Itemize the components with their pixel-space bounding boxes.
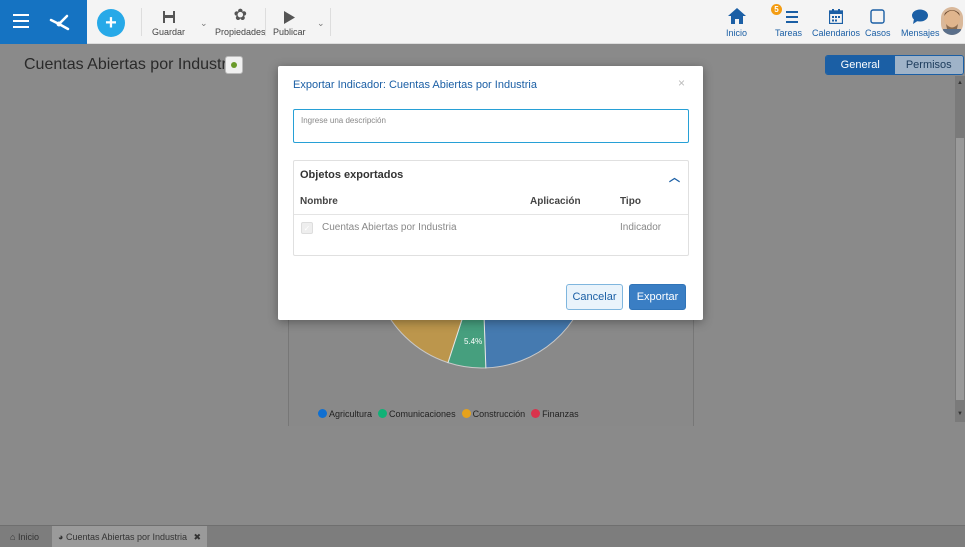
cases-button[interactable]: Casos — [865, 6, 891, 38]
column-header-application: Aplicación — [530, 196, 581, 207]
calendars-button[interactable]: Calendarios — [812, 6, 860, 38]
legend-item[interactable]: Construcción — [461, 409, 526, 419]
publish-label: Publicar — [273, 27, 306, 37]
dialog-title: Exportar Indicador: Cuentas Abiertas por… — [293, 79, 537, 91]
export-dialog: Exportar Indicador: Cuentas Abiertas por… — [278, 66, 703, 320]
status-dot-icon — [231, 62, 237, 68]
avatar[interactable] — [941, 7, 963, 35]
save-icon — [162, 11, 175, 23]
legend-label: Finanzas — [542, 409, 579, 419]
home-icon: ⌂ — [10, 532, 16, 542]
logo-icon[interactable] — [46, 9, 72, 35]
close-icon[interactable]: × — [678, 76, 685, 90]
menu-icon[interactable] — [13, 14, 29, 28]
table-divider — [294, 214, 688, 215]
play-icon — [284, 11, 296, 24]
cases-icon — [870, 9, 885, 24]
save-button[interactable]: Guardar — [152, 6, 185, 37]
tab-home[interactable]: ⌂ Inicio — [4, 526, 45, 547]
legend-dot-icon — [461, 409, 471, 418]
publish-dropdown-chevron-icon[interactable]: ⌄ — [317, 18, 325, 29]
row-checkbox[interactable]: ✓ — [301, 222, 313, 234]
column-header-type: Tipo — [620, 196, 641, 207]
calendar-icon — [829, 9, 844, 24]
chart-icon: ◕ — [58, 532, 64, 542]
legend-item[interactable]: Finanzas — [531, 409, 579, 419]
legend-dot-icon — [378, 409, 388, 418]
tab-current-document[interactable]: ◕ Cuentas Abiertas por Industria ✖ — [52, 526, 208, 547]
legend-dot-icon — [531, 409, 541, 418]
legend-item[interactable]: Agricultura — [318, 409, 372, 419]
data-label: 5.4% — [464, 337, 482, 346]
bottom-tab-bar: ⌂ Inicio ◕ Cuentas Abiertas por Industri… — [0, 525, 965, 547]
tasks-button[interactable]: 5 Tareas — [771, 4, 803, 38]
gear-icon: ✿ — [233, 7, 247, 24]
publish-button[interactable]: Publicar — [273, 6, 306, 37]
tab-general[interactable]: General — [826, 56, 895, 74]
home-label: Inicio — [726, 28, 748, 38]
tab-permissions[interactable]: Permisos — [894, 56, 963, 74]
legend-label: Comunicaciones — [389, 409, 456, 419]
chart-legend: Agricultura Comunicaciones Construcción … — [318, 409, 579, 419]
tasks-badge: 5 — [771, 4, 782, 15]
toolbar-divider — [141, 8, 142, 36]
cancel-button[interactable]: Cancelar — [566, 284, 623, 310]
scroll-up-icon[interactable]: ▲ — [957, 80, 963, 86]
messages-button[interactable]: Mensajes — [901, 6, 940, 38]
legend-dot-icon — [318, 409, 327, 418]
row-name: Cuentas Abiertas por Industria — [322, 222, 457, 233]
page-title: Cuentas Abiertas por Industria — [24, 56, 240, 73]
collapse-chevron-icon[interactable]: ︿ — [669, 169, 680, 185]
view-tabs: General Permisos — [825, 55, 964, 75]
exported-objects-panel: Objetos exportados ︿ Nombre Aplicación T… — [293, 160, 689, 256]
status-button[interactable] — [225, 56, 243, 74]
home-icon — [727, 8, 746, 24]
export-button[interactable]: Exportar — [629, 284, 686, 310]
save-label: Guardar — [152, 27, 186, 37]
row-type: Indicador — [620, 222, 662, 233]
brand-area — [0, 0, 87, 44]
messages-label: Mensajes — [901, 28, 940, 38]
legend-label: Construcción — [472, 409, 526, 419]
tasks-icon — [785, 11, 798, 23]
close-icon[interactable]: ✖ — [194, 532, 202, 542]
column-header-name: Nombre — [300, 196, 338, 207]
cases-label: Casos — [865, 28, 891, 38]
top-toolbar: + Guardar ⌄ ✿ Propiedades Publicar ⌄ Ini… — [0, 0, 965, 44]
scrollbar-thumb[interactable] — [956, 138, 964, 400]
save-dropdown-chevron-icon[interactable]: ⌄ — [200, 18, 208, 29]
speech-bubble-icon — [912, 9, 929, 24]
tab-current-label: Cuentas Abiertas por Industria — [65, 532, 188, 542]
toolbar-divider — [330, 8, 331, 36]
legend-item[interactable]: Comunicaciones — [378, 409, 456, 419]
home-button[interactable]: Inicio — [726, 6, 747, 38]
calendars-label: Calendarios — [812, 28, 861, 38]
legend-label: Agricultura — [329, 409, 373, 419]
properties-button[interactable]: ✿ Propiedades — [215, 6, 266, 38]
scroll-down-icon[interactable]: ▼ — [957, 411, 963, 417]
tab-home-label: Inicio — [17, 532, 39, 542]
tasks-label: Tareas — [775, 28, 803, 38]
add-button[interactable]: + — [97, 9, 125, 37]
objects-panel-title: Objetos exportados — [300, 169, 404, 181]
properties-label: Propiedades — [215, 27, 266, 37]
toolbar-divider — [265, 8, 266, 36]
description-input[interactable]: Ingrese una descripción — [293, 109, 689, 143]
user-avatar-icon — [943, 10, 961, 35]
